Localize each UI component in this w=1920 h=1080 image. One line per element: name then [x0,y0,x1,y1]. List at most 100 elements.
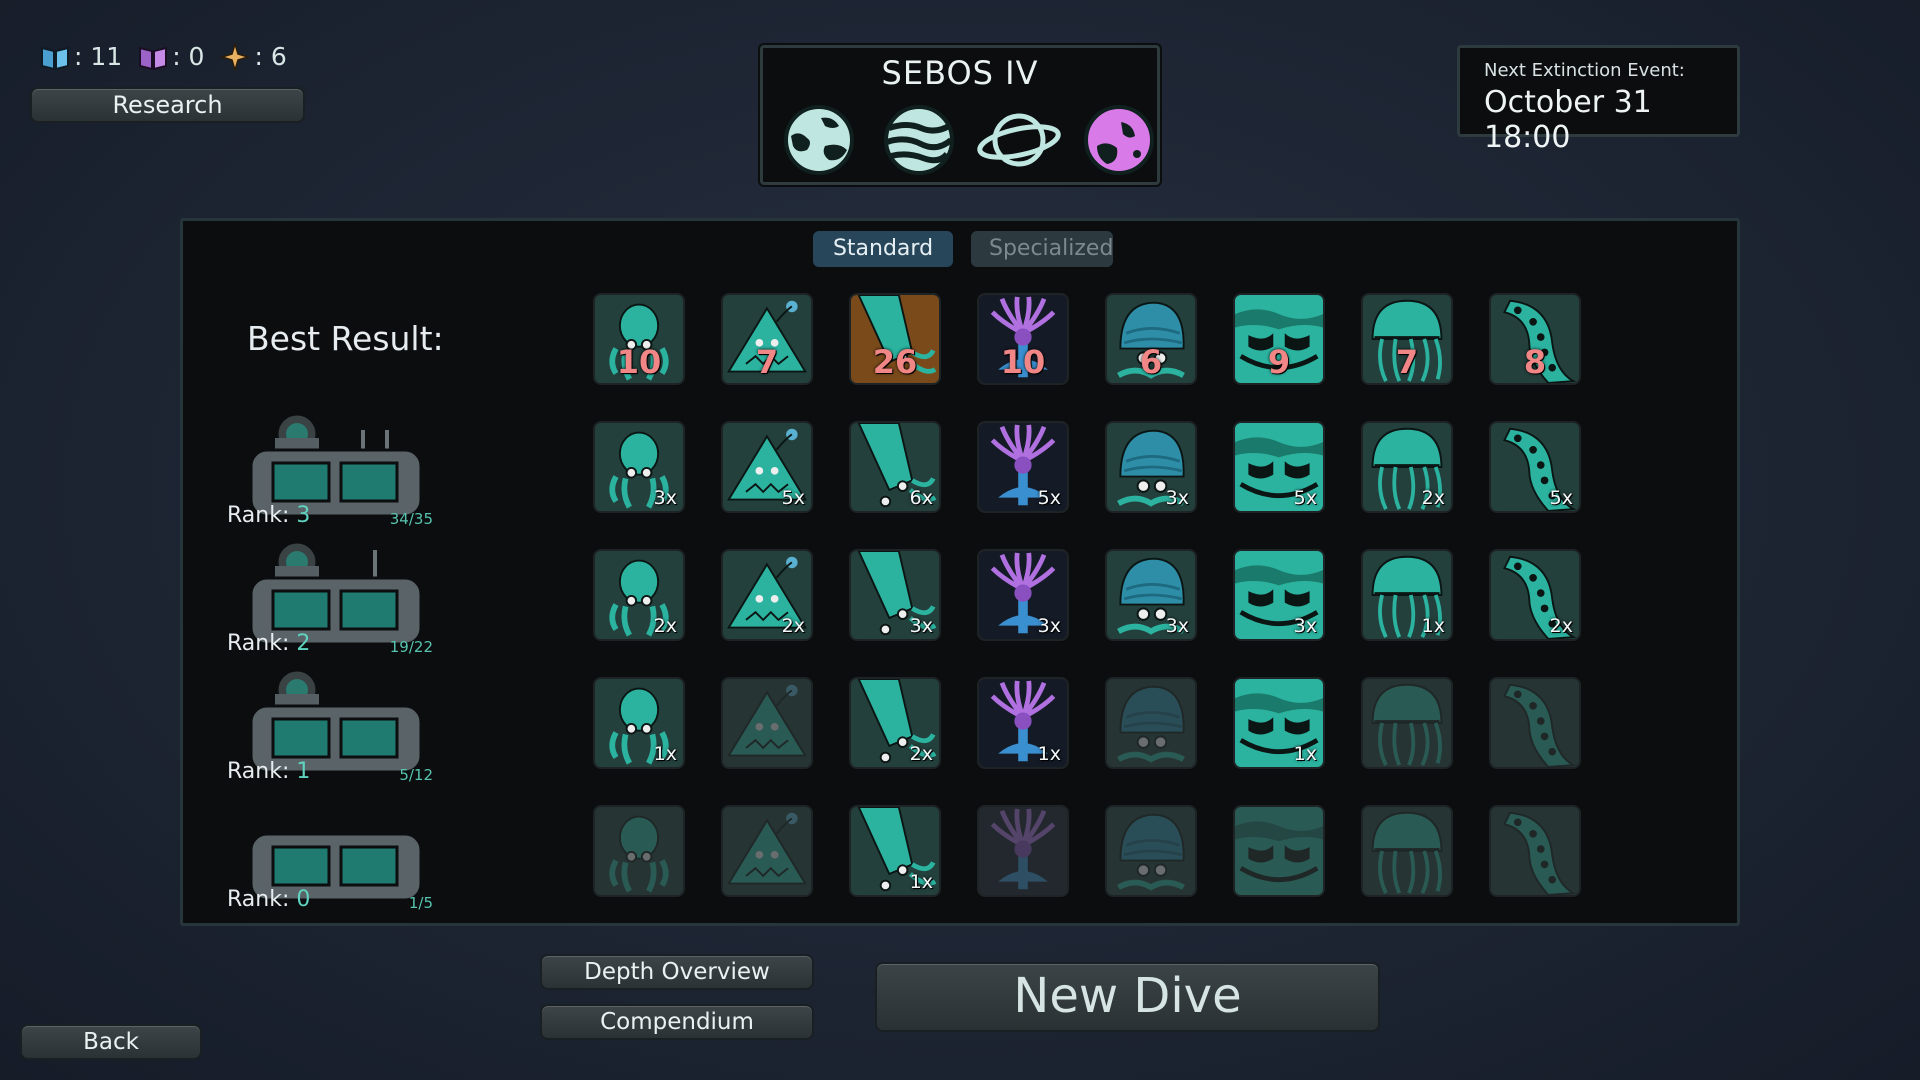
purple-flower-creature-cell[interactable]: 10 [977,293,1069,385]
hermit-crab-icon [1107,679,1195,767]
planet-name: SEBOS IV [881,54,1039,92]
catch-count: 3x [909,615,933,637]
catch-count: 1x [1293,743,1317,765]
tab-bar: Standard Specialized [813,231,1113,267]
catch-count: 5x [1549,487,1573,509]
resource-value: : 0 [172,42,205,71]
tentacle-cell[interactable]: 5x [1489,421,1581,513]
maw-creature-cell[interactable]: 9 [1233,293,1325,385]
catch-count: 2x [781,615,805,637]
tentacle-cell[interactable] [1489,805,1581,897]
catch-count: 1x [909,871,933,893]
anglerfish-cell[interactable]: 2x [721,549,813,641]
best-result-value: 9 [1267,343,1291,381]
catch-count: 3x [1165,615,1189,637]
tentacle-cell[interactable] [1489,677,1581,769]
squid-cell[interactable]: 2x [849,677,941,769]
maw-creature-cell[interactable]: 3x [1233,549,1325,641]
maw-creature-cell[interactable] [1233,805,1325,897]
catch-count: 3x [653,487,677,509]
rank-block-3: Rank: 3 34/35 [227,408,447,528]
best-result-value: 7 [1395,343,1419,381]
best-result-label: Best Result: [247,319,444,358]
squid-cell[interactable]: 3x [849,549,941,641]
hermit-crab-cell[interactable]: 3x [1105,421,1197,513]
catch-count: 3x [1037,615,1061,637]
anglerfish-cell[interactable] [721,677,813,769]
extinction-time: October 31 18:00 [1484,85,1652,155]
squid-cell[interactable]: 1x [849,805,941,897]
rank-label: Rank: 0 [227,887,311,912]
rank-label: Rank: 3 [227,503,311,528]
continents-planet-icon[interactable] [777,100,861,180]
rank-label: Rank: 1 [227,759,311,784]
purple-flower-creature-icon [979,807,1067,895]
rank-progress: 5/12 [399,766,433,784]
hermit-crab-cell[interactable] [1105,805,1197,897]
jellyfish-cell[interactable]: 1x [1361,549,1453,641]
octopus-cell[interactable]: 2x [593,549,685,641]
resource-stars: : 6 [220,42,287,71]
rank-progress: 34/35 [389,510,433,528]
tab-specialized[interactable]: Specialized [971,231,1113,267]
jellyfish-cell[interactable]: 7 [1361,293,1453,385]
anglerfish-icon [723,807,811,895]
catch-count: 3x [1293,615,1317,637]
anglerfish-cell[interactable]: 5x [721,421,813,513]
catch-count: 2x [1549,615,1573,637]
rank-progress: 1/5 [408,894,433,912]
best-result-value: 7 [755,343,779,381]
anglerfish-cell[interactable] [721,805,813,897]
tab-standard[interactable]: Standard [813,231,953,267]
octopus-cell[interactable]: 10 [593,293,685,385]
planet-panel: SEBOS IV [760,45,1160,185]
best-result-value: 26 [872,343,918,381]
catch-count: 1x [1421,615,1445,637]
hermit-crab-cell[interactable]: 6 [1105,293,1197,385]
rank-block-1: Rank: 1 5/12 [227,664,447,784]
gas-giant-planet-icon[interactable] [877,100,961,180]
compendium-button[interactable]: Compendium [540,1004,814,1040]
best-result-value: 10 [1000,343,1046,381]
squid-cell[interactable]: 26 [849,293,941,385]
back-button[interactable]: Back [20,1024,202,1060]
maw-creature-cell[interactable]: 1x [1233,677,1325,769]
tentacle-cell[interactable]: 2x [1489,549,1581,641]
resource-purple-books: : 0 [138,42,204,71]
jellyfish-cell[interactable] [1361,677,1453,769]
research-button[interactable]: Research [30,87,305,123]
maw-creature-cell[interactable]: 5x [1233,421,1325,513]
catch-count: 1x [653,743,677,765]
octopus-cell[interactable]: 3x [593,421,685,513]
best-result-value: 8 [1523,343,1547,381]
purple-flower-creature-cell[interactable]: 3x [977,549,1069,641]
hermit-crab-cell[interactable]: 3x [1105,549,1197,641]
octopus-cell[interactable]: 1x [593,677,685,769]
anglerfish-cell[interactable]: 7 [721,293,813,385]
new-dive-button[interactable]: New Dive [875,962,1380,1032]
anglerfish-icon [723,679,811,767]
tentacle-cell[interactable]: 8 [1489,293,1581,385]
squid-cell[interactable]: 6x [849,421,941,513]
extinction-panel: Next Extinction Event: October 31 18:00 [1457,45,1740,155]
star-icon [220,42,251,71]
tentacle-icon [1491,679,1579,767]
catch-count: 5x [1037,487,1061,509]
hermit-crab-cell[interactable] [1105,677,1197,769]
octopus-cell[interactable] [593,805,685,897]
purple-flower-creature-cell[interactable]: 5x [977,421,1069,513]
jellyfish-cell[interactable] [1361,805,1453,897]
jellyfish-cell[interactable]: 2x [1361,421,1453,513]
purple-flower-creature-cell[interactable]: 1x [977,677,1069,769]
purple-flower-creature-cell[interactable] [977,805,1069,897]
ringed-planet-icon[interactable] [977,100,1061,180]
planet-selector [777,100,1161,180]
depth-overview-button[interactable]: Depth Overview [540,954,814,990]
jellyfish-icon [1363,679,1451,767]
resource-value: : 11 [74,42,123,71]
blue-book-icon [41,46,69,70]
rank-label: Rank: 2 [227,631,311,656]
ocean-planet-icon[interactable] [1077,100,1161,180]
catch-count: 2x [653,615,677,637]
rank-block-0: Rank: 0 1/5 [227,792,447,912]
